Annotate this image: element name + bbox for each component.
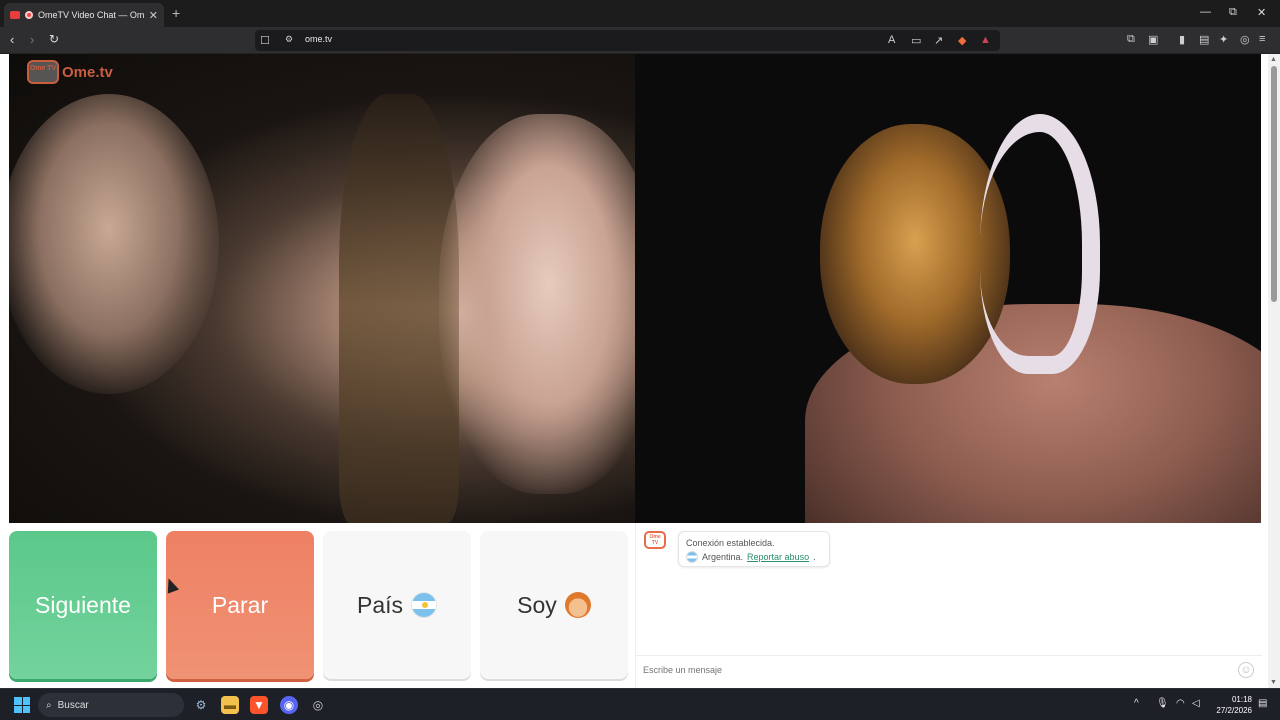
- clock-time: 01:18: [1231, 695, 1252, 704]
- ometv-logo[interactable]: Ome TV Ome.tv: [27, 60, 113, 84]
- windows-taskbar: ⌕ Buscar ⚙ ▬ ▼ ◉ ◎ ^ 🎙 ◠ ◁ 01:18 27/2/20…: [0, 688, 1280, 720]
- notification-icon[interactable]: ▤: [1258, 698, 1267, 709]
- browser-toolbar: ‹ › ↻ ☐ ⚙ ome.tv A ▭ ↗ ◆ ▲ ⧉ ▣ ▮ ▤ ✦ ◎ ≡: [0, 27, 1280, 54]
- country-button[interactable]: País: [323, 531, 471, 679]
- minimize-button[interactable]: —: [1200, 6, 1211, 18]
- tv-icon: Ome TV: [27, 60, 59, 84]
- message-bar: ☺: [636, 655, 1262, 682]
- youtube-favicon-icon: [10, 11, 20, 19]
- stop-label: Parar: [211, 591, 269, 618]
- search-label: Buscar: [57, 699, 89, 711]
- microphone-icon[interactable]: 🎙: [1156, 698, 1169, 709]
- new-tab-button[interactable]: +: [172, 5, 180, 21]
- stop-button[interactable]: Parar: [166, 531, 314, 679]
- emoji-icon[interactable]: ☺: [1238, 662, 1254, 678]
- next-label: Siguiente: [35, 591, 131, 618]
- screenshot-icon[interactable]: ▣: [1148, 33, 1158, 46]
- page-scrollbar[interactable]: ▲ ▼: [1268, 54, 1280, 688]
- remote-video: [635, 54, 1261, 523]
- menu-icon[interactable]: ≡: [1259, 33, 1265, 45]
- maximize-button[interactable]: ⧉: [1229, 6, 1237, 19]
- scroll-down-icon[interactable]: ▼: [1270, 679, 1277, 686]
- scroll-thumb[interactable]: [1271, 66, 1277, 302]
- clock-date: 27/2/2026: [1216, 706, 1252, 715]
- obs-icon[interactable]: ◎: [309, 696, 327, 714]
- argentina-flag-icon: [686, 551, 698, 563]
- bookmark-icon[interactable]: ☐: [260, 34, 270, 47]
- ometv-page: Ome TV Ome.tv Siguiente Parar País Soy O…: [0, 54, 1280, 688]
- cast-icon[interactable]: ▭: [911, 34, 921, 47]
- gender-label: Soy: [517, 591, 557, 618]
- settings-app-icon[interactable]: ⚙: [192, 696, 210, 714]
- brave-browser-icon[interactable]: ▼: [250, 696, 268, 714]
- site-settings-icon[interactable]: ⚙: [285, 34, 293, 45]
- taskbar-search[interactable]: ⌕ Buscar: [38, 693, 184, 717]
- tab-title: OmeTV Video Chat — Omeg: [38, 10, 144, 20]
- vpn-icon[interactable]: ◎: [1240, 33, 1250, 46]
- share-icon[interactable]: ↗: [934, 34, 943, 47]
- start-icon[interactable]: [14, 697, 30, 713]
- reload-icon[interactable]: ↻: [49, 32, 59, 46]
- translate-icon[interactable]: A: [888, 34, 895, 46]
- clock[interactable]: 01:18 27/2/2026: [1208, 694, 1252, 716]
- system-message: Conexión establecida. Argentina. Reporta…: [678, 531, 830, 567]
- message-input[interactable]: [643, 662, 1223, 678]
- close-window-button[interactable]: ✕: [1257, 6, 1266, 19]
- wifi-icon[interactable]: ◠: [1176, 698, 1185, 709]
- next-button[interactable]: Siguiente: [9, 531, 157, 679]
- back-icon[interactable]: ‹: [10, 32, 14, 47]
- sidebar-icon[interactable]: ▮: [1179, 33, 1185, 46]
- tab-close-icon[interactable]: ✕: [149, 9, 158, 22]
- volume-icon[interactable]: ◁: [1192, 698, 1200, 709]
- discord-icon[interactable]: ◉: [280, 696, 298, 714]
- chat-ometv-icon: Ome TV: [644, 531, 666, 549]
- brave-shield-icon[interactable]: ◆: [958, 34, 966, 47]
- logo-text: Ome.tv: [62, 63, 113, 81]
- url-text: ome.tv: [305, 34, 333, 44]
- tab-ometv[interactable]: OmeTV Video Chat — Omeg ✕: [4, 3, 164, 27]
- rewards-icon[interactable]: ▲: [980, 34, 991, 46]
- forward-icon[interactable]: ›: [30, 32, 34, 47]
- chat-panel: Ome TV Conexión establecida. Argentina. …: [635, 523, 1262, 688]
- recording-icon: [25, 11, 33, 19]
- file-explorer-icon[interactable]: ▬: [221, 696, 239, 714]
- country-label: País: [356, 591, 404, 618]
- tab-bar: OmeTV Video Chat — Omeg ✕ + — ⧉ ✕: [0, 0, 1280, 27]
- address-bar[interactable]: ☐ ⚙ ome.tv A ▭ ↗ ◆ ▲: [255, 30, 1000, 51]
- scroll-up-icon[interactable]: ▲: [1270, 56, 1277, 63]
- country-name: Argentina.: [702, 552, 744, 562]
- local-video: Ome TV Ome.tv: [9, 54, 635, 523]
- argentina-flag-icon: [411, 592, 438, 618]
- connection-status: Conexión establecida.: [686, 538, 775, 548]
- gender-button[interactable]: Soy: [480, 531, 628, 679]
- tray-overflow-icon[interactable]: ^: [1134, 698, 1139, 709]
- search-icon: ⌕: [46, 699, 52, 711]
- boy-avatar-icon: [564, 592, 591, 618]
- leo-ai-icon[interactable]: ✦: [1219, 33, 1228, 46]
- report-abuse-link[interactable]: Reportar abuso: [747, 550, 809, 564]
- wallet-icon[interactable]: ▤: [1199, 33, 1209, 46]
- extensions-icon[interactable]: ⧉: [1127, 33, 1135, 46]
